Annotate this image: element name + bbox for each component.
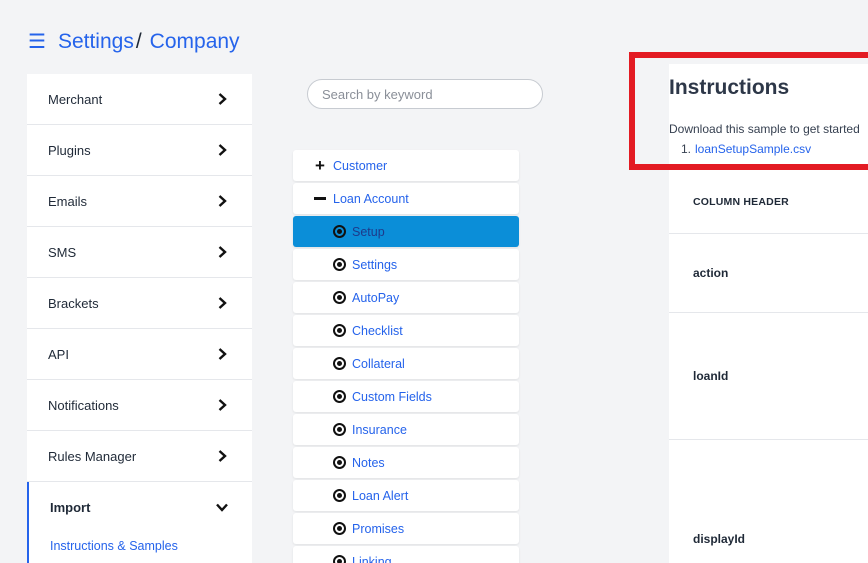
chevron-right-icon xyxy=(216,450,228,462)
tree-item-customer[interactable]: + Customer xyxy=(293,150,519,181)
sidebar-item-label: Notifications xyxy=(48,397,119,413)
sample-download-item: 1. loanSetupSample.csv xyxy=(681,142,811,156)
tree-item-autopay[interactable]: AutoPay xyxy=(293,282,519,313)
tree-item-label: Insurance xyxy=(352,422,407,437)
radio-icon xyxy=(332,555,346,563)
radio-icon xyxy=(332,489,346,503)
tree-item-label: Notes xyxy=(352,455,385,470)
tree-item-settings[interactable]: Settings xyxy=(293,249,519,280)
tree-item-label: Settings xyxy=(352,257,398,272)
radio-icon xyxy=(332,456,346,470)
sidebar-item-label: SMS xyxy=(48,244,77,260)
row-divider xyxy=(669,233,868,234)
instructions-text: Download this sample to get started xyxy=(669,122,860,136)
sidebar-item-rules-manager[interactable]: Rules Manager xyxy=(27,431,252,482)
tree-item-label: Collateral xyxy=(352,356,405,371)
sidebar-item-import[interactable]: Import xyxy=(27,482,252,533)
sidebar-item-emails[interactable]: Emails xyxy=(27,176,252,227)
radio-icon xyxy=(332,258,346,272)
tree-item-label: Customer xyxy=(333,158,388,173)
tree-item-label: Checklist xyxy=(352,323,403,338)
sidebar-item-label: Emails xyxy=(48,193,88,209)
tree-item-label: Loan Account xyxy=(333,191,409,206)
breadcrumb-separator: / xyxy=(135,30,142,53)
row-divider xyxy=(669,312,868,313)
sidebar-item-notifications[interactable]: Notifications xyxy=(27,380,252,431)
sidebar-item-label: Plugins xyxy=(48,142,91,158)
tree-item-collateral[interactable]: Collateral xyxy=(293,348,519,379)
table-row: loanId xyxy=(693,369,729,383)
page-header: ☰ Settings / Company xyxy=(28,30,240,54)
settings-sidebar: Merchant Plugins Emails SMS Brackets API… xyxy=(27,74,252,563)
chevron-right-icon xyxy=(216,297,228,309)
tree-item-label: Loan Alert xyxy=(352,488,409,503)
breadcrumb-company[interactable]: Company xyxy=(150,30,240,54)
sidebar-item-brackets[interactable]: Brackets xyxy=(27,278,252,329)
import-tree: + Customer Loan Account Setup Settings A… xyxy=(293,150,519,563)
sidebar-subitem-label: Instructions & Samples xyxy=(50,539,178,553)
search-input[interactable] xyxy=(307,79,543,109)
tree-item-custom-fields[interactable]: Custom Fields xyxy=(293,381,519,412)
tree-item-label: Custom Fields xyxy=(352,389,432,404)
tree-item-setup[interactable]: Setup xyxy=(293,216,519,247)
tree-item-linking[interactable]: Linking xyxy=(293,546,519,563)
chevron-right-icon xyxy=(216,144,228,156)
sidebar-item-api[interactable]: API xyxy=(27,329,252,380)
chevron-right-icon xyxy=(216,348,228,360)
chevron-right-icon xyxy=(216,195,228,207)
minus-icon[interactable] xyxy=(313,192,327,206)
tree-item-label: Promises xyxy=(352,521,405,536)
column-header: COLUMN HEADER xyxy=(693,196,789,208)
radio-icon xyxy=(332,522,346,536)
sidebar-item-label: Brackets xyxy=(48,295,99,311)
table-row: action xyxy=(693,266,729,280)
radio-icon xyxy=(332,291,346,305)
tree-item-promises[interactable]: Promises xyxy=(293,513,519,544)
chevron-right-icon xyxy=(216,399,228,411)
instructions-title: Instructions xyxy=(669,76,790,99)
plus-icon[interactable]: + xyxy=(313,157,327,174)
sidebar-item-merchant[interactable]: Merchant xyxy=(27,74,252,125)
tree-item-label: Linking xyxy=(352,554,392,563)
sidebar-item-plugins[interactable]: Plugins xyxy=(27,125,252,176)
chevron-right-icon xyxy=(216,93,228,105)
row-divider xyxy=(669,439,868,440)
radio-icon xyxy=(332,423,346,437)
tree-item-insurance[interactable]: Insurance xyxy=(293,414,519,445)
sidebar-item-label: API xyxy=(48,346,69,362)
breadcrumb-settings[interactable]: Settings xyxy=(58,30,134,54)
tree-item-notes[interactable]: Notes xyxy=(293,447,519,478)
tree-item-checklist[interactable]: Checklist xyxy=(293,315,519,346)
list-number: 1. xyxy=(681,142,692,156)
instructions-panel: Instructions Download this sample to get… xyxy=(669,64,868,563)
sidebar-item-label: Merchant xyxy=(48,91,103,107)
sidebar-item-label: Import xyxy=(50,500,91,515)
chevron-right-icon xyxy=(216,246,228,258)
sidebar-item-label: Rules Manager xyxy=(48,448,137,464)
sample-download-link[interactable]: loanSetupSample.csv xyxy=(695,142,811,156)
tree-item-label: Setup xyxy=(352,224,385,239)
radio-icon xyxy=(332,390,346,404)
chevron-down-icon xyxy=(216,502,228,514)
radio-icon xyxy=(332,225,346,239)
radio-icon xyxy=(332,357,346,371)
sidebar-item-sms[interactable]: SMS xyxy=(27,227,252,278)
tree-item-loan-account[interactable]: Loan Account xyxy=(293,183,519,214)
tree-item-loan-alert[interactable]: Loan Alert xyxy=(293,480,519,511)
tree-item-label: AutoPay xyxy=(352,290,400,305)
hamburger-icon[interactable]: ☰ xyxy=(28,32,46,52)
table-row: displayId xyxy=(693,532,746,546)
sidebar-subitem-instructions-samples[interactable]: Instructions & Samples xyxy=(27,533,252,563)
radio-icon xyxy=(332,324,346,338)
